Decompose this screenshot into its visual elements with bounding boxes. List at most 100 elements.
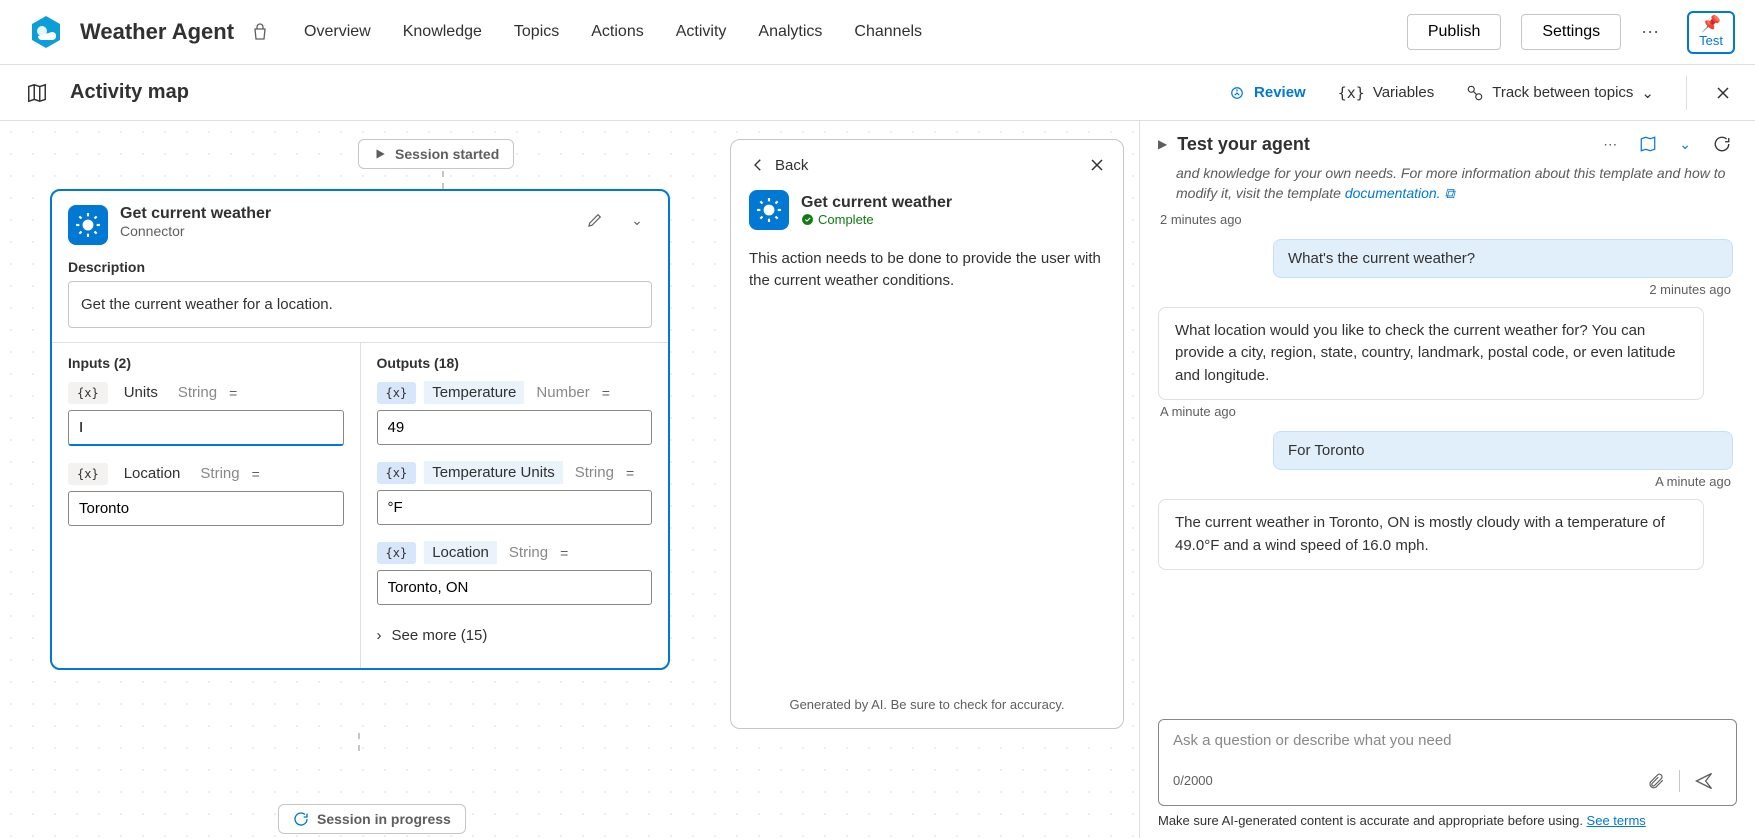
expand-node-button[interactable]: ⌄: [622, 205, 652, 235]
agent-name: Weather Agent: [80, 19, 234, 45]
node-title: Get current weather: [120, 205, 271, 223]
chevron-down-icon[interactable]: ⌄: [1673, 132, 1697, 157]
back-button[interactable]: Back: [749, 156, 808, 174]
status-badge: Complete: [801, 212, 952, 227]
variable-icon: {x}: [377, 542, 417, 564]
ai-terms-disclaimer: Make sure AI-generated content is accura…: [1158, 812, 1737, 830]
nav-overview[interactable]: Overview: [304, 23, 371, 41]
see-terms-link[interactable]: See terms: [1587, 813, 1646, 828]
connector-line: [358, 733, 360, 751]
activity-canvas[interactable]: Session started Get current weather Conn…: [0, 121, 1140, 838]
edit-node-button[interactable]: [580, 205, 610, 235]
session-started-badge: Session started: [358, 139, 514, 169]
chat-input[interactable]: Ask a question or describe what you need…: [1158, 719, 1737, 806]
output-var-name: Temperature Units: [424, 461, 563, 484]
action-detail-panel: Back Get current weather Complete: [730, 139, 1124, 729]
test-more-button[interactable]: ⋯: [1597, 132, 1623, 157]
timestamp: A minute ago: [1158, 470, 1733, 499]
input-var-name: Location: [116, 462, 189, 485]
refresh-button[interactable]: [1707, 131, 1737, 157]
inputs-header: Inputs (2): [68, 355, 344, 371]
nav-topics[interactable]: Topics: [514, 23, 559, 41]
app-store-icon[interactable]: [250, 22, 270, 42]
variables-icon: {x}: [1338, 84, 1365, 102]
output-var-type: String: [571, 464, 618, 481]
connector-line: [442, 171, 444, 189]
page-title: Activity map: [70, 81, 189, 104]
review-button[interactable]: Review: [1218, 78, 1316, 108]
detail-title: Get current weather: [801, 194, 952, 212]
output-var-type: String: [505, 544, 552, 561]
map-toggle-icon[interactable]: [1633, 131, 1663, 157]
nav-actions[interactable]: Actions: [591, 23, 643, 41]
ai-disclaimer: Generated by AI. Be sure to check for ac…: [749, 687, 1105, 712]
system-intro: and knowledge for your own needs. For mo…: [1158, 163, 1733, 208]
detail-body: This action needs to be done to provide …: [749, 248, 1105, 687]
input-location-field[interactable]: [68, 491, 344, 526]
chat-placeholder: Ask a question or describe what you need: [1173, 732, 1722, 749]
top-nav: Overview Knowledge Topics Actions Activi…: [304, 23, 922, 41]
send-button[interactable]: [1686, 767, 1722, 795]
variable-icon: {x}: [377, 382, 417, 404]
app-header: Weather Agent Overview Knowledge Topics …: [0, 0, 1755, 65]
activity-toolbar: Activity map Review {x} Variables Track …: [0, 65, 1755, 121]
output-temperature-field[interactable]: [377, 410, 653, 445]
char-counter: 0/2000: [1173, 773, 1639, 788]
track-topics-button[interactable]: Track between topics ⌄: [1456, 78, 1664, 108]
timestamp: 2 minutes ago: [1158, 208, 1733, 239]
outputs-header: Outputs (18): [377, 355, 653, 371]
nav-activity[interactable]: Activity: [676, 23, 727, 41]
outputs-column: Outputs (18) {x} Temperature Number = {x…: [361, 343, 669, 668]
test-panel: ▶ Test your agent ⋯ ⌄ and knowledge for …: [1140, 121, 1755, 838]
test-button[interactable]: 📌 Test: [1687, 11, 1735, 54]
weather-icon: [749, 190, 789, 230]
output-tempunits-field[interactable]: [377, 490, 653, 525]
inputs-column: Inputs (2) {x} Units String = {x} Locati…: [52, 343, 361, 668]
session-progress-badge: Session in progress: [278, 804, 466, 834]
input-var-name: Units: [116, 381, 166, 404]
nav-channels[interactable]: Channels: [854, 23, 922, 41]
user-message: What's the current weather?: [1273, 239, 1733, 278]
bot-message: What location would you like to check th…: [1158, 307, 1704, 401]
nav-analytics[interactable]: Analytics: [758, 23, 822, 41]
chat-transcript[interactable]: and knowledge for your own needs. For mo…: [1158, 163, 1737, 707]
input-var-type: String: [174, 384, 221, 401]
output-var-name: Location: [424, 541, 497, 564]
settings-button[interactable]: Settings: [1521, 14, 1621, 50]
timestamp: 2 minutes ago: [1158, 278, 1733, 307]
output-location-field[interactable]: [377, 570, 653, 605]
variables-button[interactable]: {x} Variables: [1328, 78, 1445, 108]
output-var-name: Temperature: [424, 381, 524, 404]
description-value: Get the current weather for a location.: [68, 281, 652, 328]
description-label: Description: [52, 245, 668, 281]
close-detail-button[interactable]: [1089, 157, 1105, 173]
variable-icon: {x}: [68, 463, 108, 485]
chevron-right-icon: ›: [377, 627, 382, 644]
input-var-type: String: [196, 465, 243, 482]
close-activity-map-button[interactable]: [1709, 79, 1737, 107]
weather-icon: [68, 205, 108, 245]
input-units-field[interactable]: [68, 410, 344, 446]
pin-icon: 📌: [1701, 17, 1721, 33]
map-icon: [26, 82, 48, 104]
attach-icon[interactable]: [1639, 768, 1673, 794]
user-message: For Toronto: [1273, 431, 1733, 470]
divider: [1686, 76, 1687, 110]
nav-knowledge[interactable]: Knowledge: [403, 23, 482, 41]
timestamp: A minute ago: [1158, 400, 1733, 431]
variable-icon: {x}: [377, 462, 417, 484]
output-var-type: Number: [532, 384, 593, 401]
external-link-icon: ⧉: [1444, 185, 1454, 201]
node-subtitle: Connector: [120, 223, 271, 239]
collapse-icon[interactable]: ▶: [1158, 137, 1167, 151]
variable-icon: {x}: [68, 382, 108, 404]
weather-connector-node[interactable]: Get current weather Connector ⌄ Descript…: [50, 189, 670, 670]
test-panel-title: Test your agent: [1177, 134, 1310, 155]
header-more-button[interactable]: ⋯: [1631, 16, 1669, 49]
publish-button[interactable]: Publish: [1407, 14, 1501, 50]
documentation-link[interactable]: documentation. ⧉: [1345, 185, 1455, 201]
bot-message: The current weather in Toronto, ON is mo…: [1158, 499, 1704, 570]
agent-logo-icon: [28, 14, 64, 50]
chevron-down-icon: ⌄: [1641, 84, 1654, 102]
see-more-outputs[interactable]: › See more (15): [377, 621, 653, 650]
